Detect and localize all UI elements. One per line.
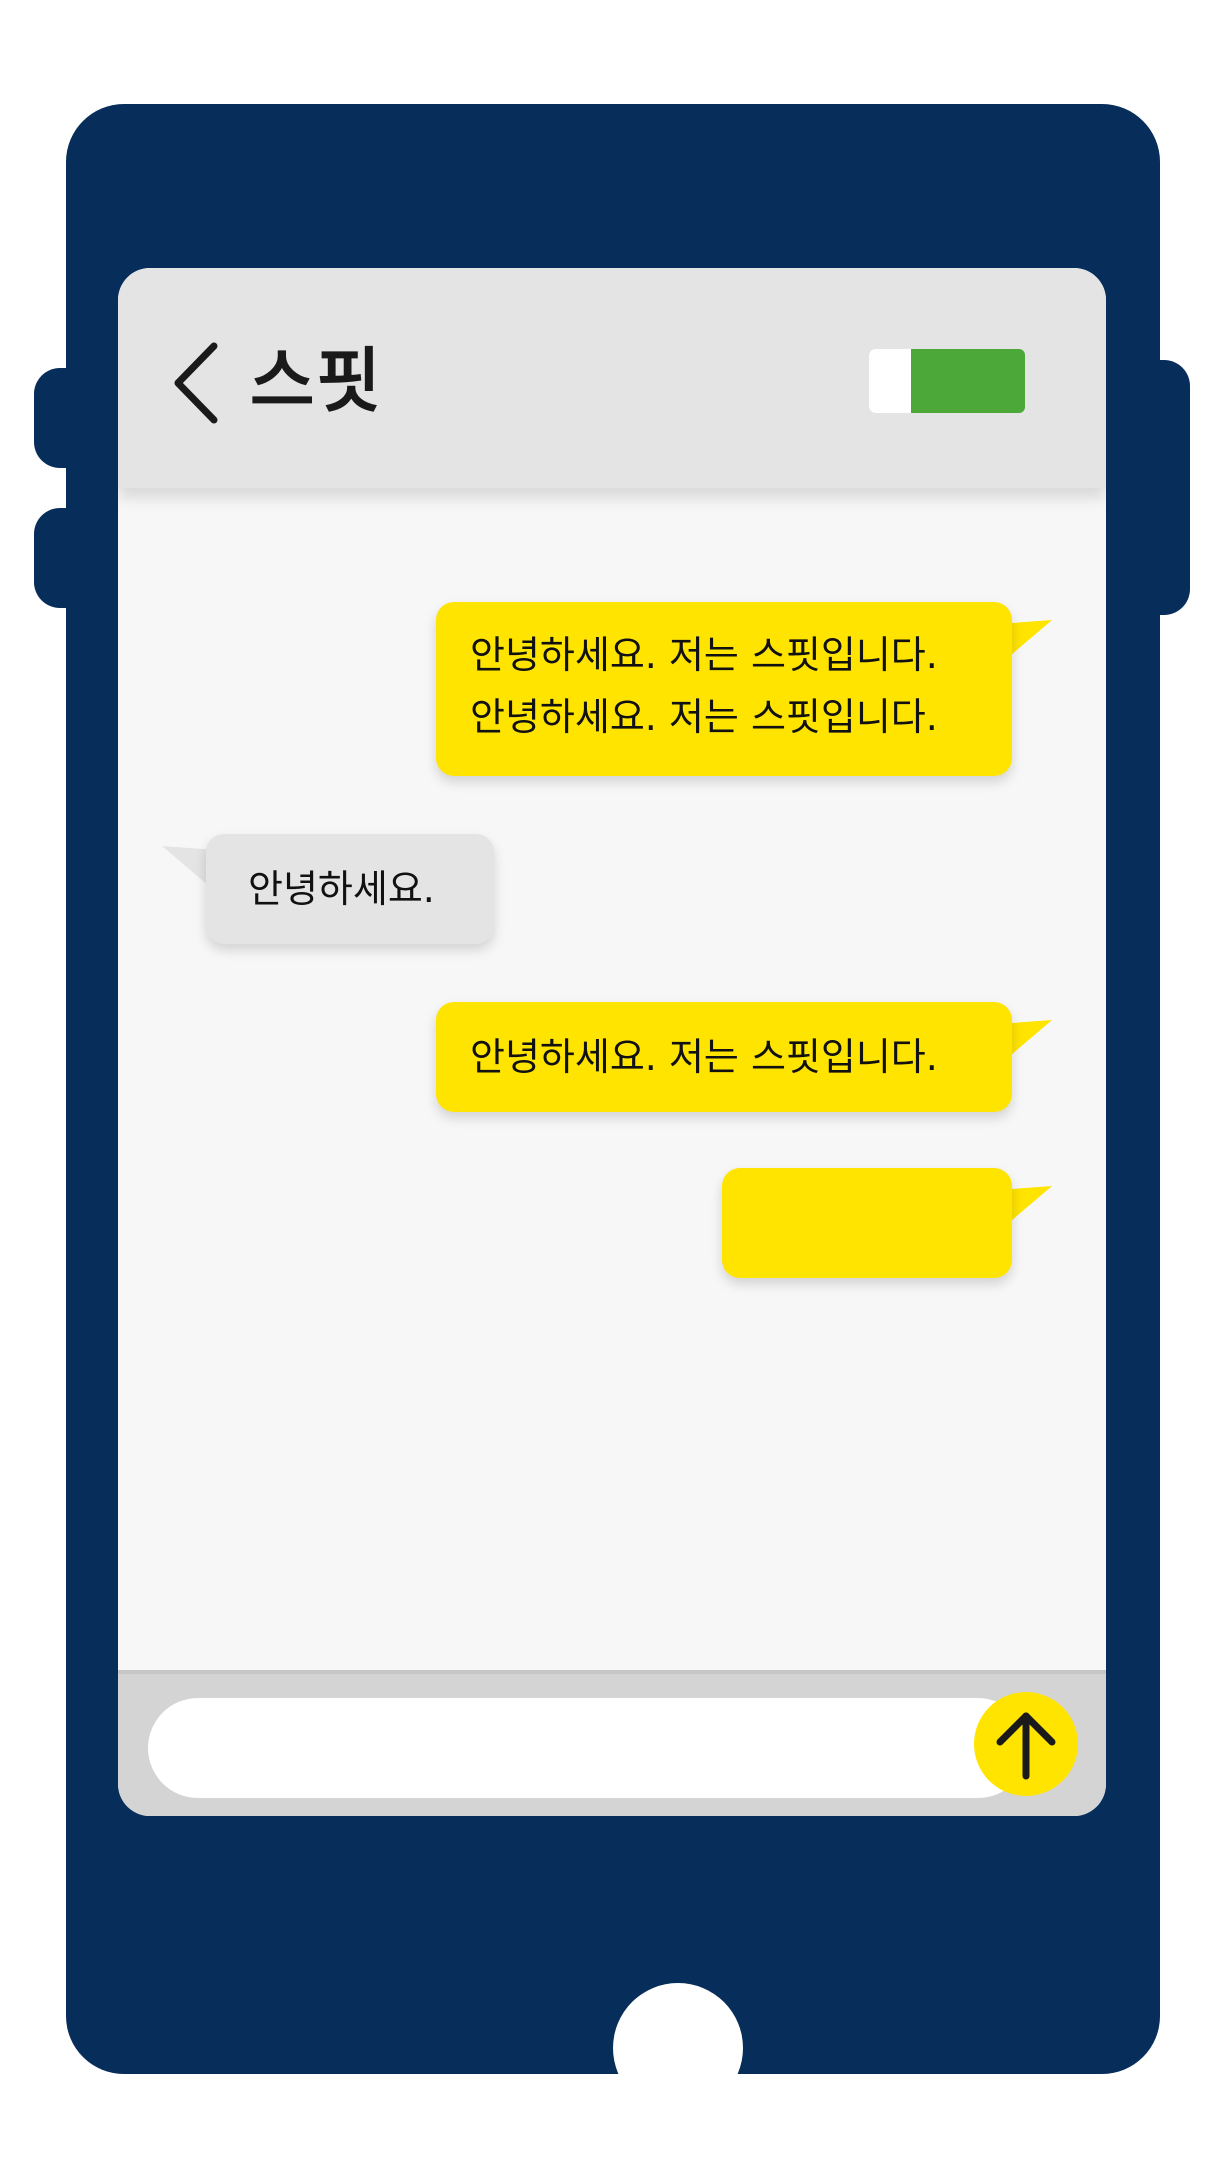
home-button[interactable]	[613, 1983, 743, 2113]
message-text: 안녕하세요. 저는 스핏입니다.	[470, 695, 938, 739]
chat-screen: 스핏 안녕하세요. 저는 스핏입니다. 안녕하세요. 저는 스핏입니다. 안녕하…	[118, 268, 1106, 1816]
message-text: 안녕하세요. 저는 스핏입니다.	[470, 1035, 938, 1079]
message-text: 안녕하세요. 저는 스핏입니다.	[470, 633, 938, 677]
message-bubble-sent-empty	[722, 1168, 1012, 1278]
composer-bar	[118, 1670, 1106, 1816]
toggle-knob	[869, 349, 911, 413]
message-text: 안녕하세요.	[248, 867, 435, 911]
message-bubble-received: 안녕하세요.	[206, 834, 494, 944]
contact-name: 스핏	[250, 340, 383, 422]
settings-toggle[interactable]	[869, 349, 1025, 413]
message-bubble-sent: 안녕하세요. 저는 스핏입니다.	[436, 1002, 1012, 1112]
message-input[interactable]	[148, 1698, 1028, 1798]
chat-header: 스핏	[118, 268, 1106, 488]
message-bubble-sent: 안녕하세요. 저는 스핏입니다. 안녕하세요. 저는 스핏입니다.	[436, 602, 1012, 776]
chevron-left-icon[interactable]	[170, 342, 220, 424]
send-button[interactable]	[974, 1692, 1078, 1796]
arrow-up-icon	[996, 1712, 1056, 1780]
